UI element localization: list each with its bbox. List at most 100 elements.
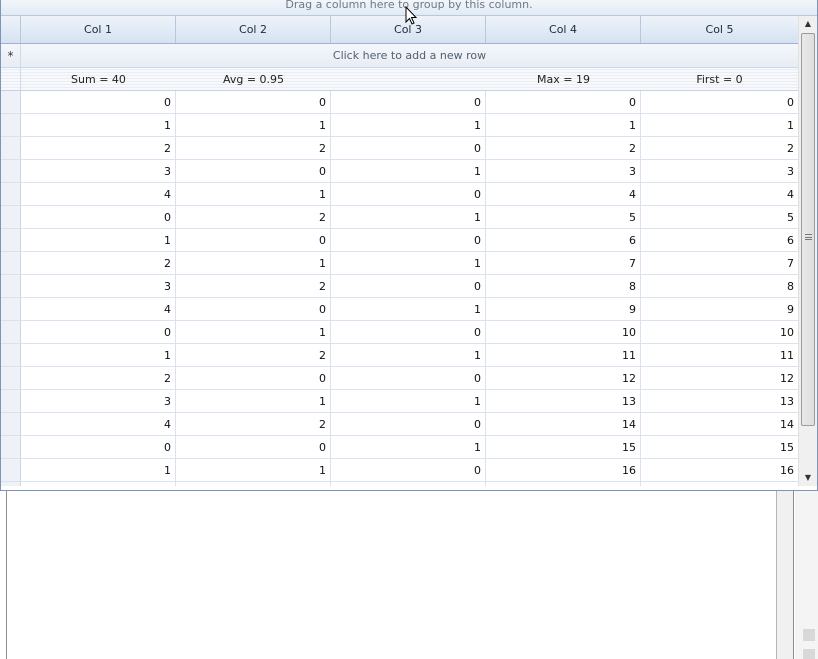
table-cell-col-3[interactable]: 1 <box>331 252 486 274</box>
table-cell-col-4[interactable]: 10 <box>486 321 641 343</box>
table-row[interactable]: 1 1 0 16 16 <box>1 459 798 482</box>
table-cell-col-2[interactable]: 0 <box>176 298 331 320</box>
table-cell-col-4[interactable]: 8 <box>486 275 641 297</box>
table-cell-col-2[interactable]: 0 <box>176 160 331 182</box>
column-header-col-4[interactable]: Col 4 <box>486 16 641 43</box>
table-cell-col-3[interactable]: 1 <box>331 482 486 486</box>
table-cell-col-3[interactable]: 0 <box>331 367 486 389</box>
table-cell-col-4[interactable]: 12 <box>486 367 641 389</box>
table-cell-col-5[interactable]: 4 <box>641 183 798 205</box>
table-cell-col-3[interactable]: 0 <box>331 413 486 435</box>
table-cell-col-2[interactable]: 2 <box>176 275 331 297</box>
table-cell-col-1[interactable]: 0 <box>21 91 176 113</box>
table-cell-col-2[interactable]: 1 <box>176 321 331 343</box>
table-cell-col-1[interactable]: 2 <box>21 137 176 159</box>
table-cell-col-3[interactable]: 0 <box>331 275 486 297</box>
table-row[interactable]: 0 1 0 10 10 <box>1 321 798 344</box>
table-cell-col-1[interactable]: 2 <box>21 252 176 274</box>
row-indicator[interactable] <box>1 413 21 435</box>
table-cell-col-4[interactable]: 2 <box>486 137 641 159</box>
table-row[interactable]: 41044 <box>1 183 798 206</box>
table-cell-col-3[interactable]: 1 <box>331 344 486 366</box>
table-cell-col-4[interactable]: 16 <box>486 459 641 481</box>
table-cell-col-1[interactable]: 0 <box>21 321 176 343</box>
table-cell-col-1[interactable]: 4 <box>21 183 176 205</box>
table-cell-col-2[interactable]: 1 <box>176 459 331 481</box>
chevron-up-icon[interactable]: ▲ <box>799 16 817 32</box>
table-cell-col-4[interactable]: 6 <box>486 229 641 251</box>
table-cell-col-5[interactable]: 6 <box>641 229 798 251</box>
table-cell-col-1[interactable]: 3 <box>21 390 176 412</box>
table-row[interactable]: 00000 <box>1 91 798 114</box>
table-cell-col-2[interactable]: 1 <box>176 390 331 412</box>
table-cell-col-3[interactable]: 0 <box>331 229 486 251</box>
table-cell-col-4[interactable]: 7 <box>486 252 641 274</box>
table-cell-col-4[interactable]: 14 <box>486 413 641 435</box>
window-right-scrollbar[interactable] <box>776 491 794 659</box>
row-indicator[interactable] <box>1 482 21 486</box>
row-indicator[interactable] <box>1 183 21 205</box>
table-row[interactable]: 4 2 0 14 14 <box>1 413 798 436</box>
table-row[interactable]: 2211717 <box>1 482 798 486</box>
table-row[interactable]: 30133 <box>1 160 798 183</box>
table-cell-col-4[interactable]: 11 <box>486 344 641 366</box>
row-indicator[interactable] <box>1 91 21 113</box>
table-cell-col-5[interactable]: 15 <box>641 436 798 458</box>
table-cell-col-5[interactable]: 10 <box>641 321 798 343</box>
table-cell-col-4[interactable]: 13 <box>486 390 641 412</box>
row-indicator[interactable] <box>1 206 21 228</box>
table-cell-col-4[interactable]: 3 <box>486 160 641 182</box>
row-indicator[interactable] <box>1 114 21 136</box>
table-cell-col-1[interactable]: 4 <box>21 298 176 320</box>
table-row[interactable]: 32088 <box>1 275 798 298</box>
table-cell-col-5[interactable]: 9 <box>641 298 798 320</box>
table-cell-col-3[interactable]: 1 <box>331 298 486 320</box>
table-cell-col-3[interactable]: 0 <box>331 137 486 159</box>
row-indicator[interactable] <box>1 390 21 412</box>
table-cell-col-5[interactable]: 11 <box>641 344 798 366</box>
column-header-col-1[interactable]: Col 1 <box>21 16 176 43</box>
table-cell-col-5[interactable]: 14 <box>641 413 798 435</box>
table-cell-col-4[interactable]: 9 <box>486 298 641 320</box>
table-row[interactable]: 10066 <box>1 229 798 252</box>
table-row[interactable]: 22022 <box>1 137 798 160</box>
table-cell-col-5[interactable]: 5 <box>641 206 798 228</box>
table-cell-col-4[interactable]: 15 <box>486 436 641 458</box>
table-cell-col-2[interactable]: 0 <box>176 229 331 251</box>
row-indicator[interactable] <box>1 229 21 251</box>
column-header-col-5[interactable]: Col 5 <box>641 16 798 43</box>
table-row[interactable]: 3 1 1 13 13 <box>1 390 798 413</box>
column-header-col-2[interactable]: Col 2 <box>176 16 331 43</box>
table-cell-col-4[interactable]: 4 <box>486 183 641 205</box>
row-indicator[interactable] <box>1 252 21 274</box>
table-row[interactable]: 11111 <box>1 114 798 137</box>
table-cell-col-3[interactable]: 0 <box>331 321 486 343</box>
table-cell-col-3[interactable]: 1 <box>331 390 486 412</box>
table-cell-col-5[interactable]: 13 <box>641 390 798 412</box>
table-cell-col-3[interactable]: 0 <box>331 91 486 113</box>
table-cell-col-1[interactable]: 0 <box>21 436 176 458</box>
table-cell-col-3[interactable]: 1 <box>331 436 486 458</box>
table-row[interactable]: 2 0 0 12 12 <box>1 367 798 390</box>
add-new-row-label[interactable]: Click here to add a new row <box>21 44 798 67</box>
table-cell-col-2[interactable]: 2 <box>176 482 331 486</box>
table-row[interactable]: 1 2 1 11 11 <box>1 344 798 367</box>
row-indicator[interactable] <box>1 137 21 159</box>
data-grid[interactable]: Drag a column here to group by this colu… <box>0 0 818 491</box>
table-cell-col-4[interactable]: 0 <box>486 91 641 113</box>
table-cell-col-3[interactable]: 0 <box>331 183 486 205</box>
table-cell-col-2[interactable]: 2 <box>176 137 331 159</box>
table-cell-col-2[interactable]: 1 <box>176 114 331 136</box>
table-cell-col-2[interactable]: 1 <box>176 183 331 205</box>
row-indicator[interactable] <box>1 436 21 458</box>
table-cell-col-1[interactable]: 1 <box>21 229 176 251</box>
table-cell-col-5[interactable]: 3 <box>641 160 798 182</box>
table-cell-col-1[interactable]: 1 <box>21 114 176 136</box>
table-cell-col-1[interactable]: 4 <box>21 413 176 435</box>
table-cell-col-2[interactable]: 0 <box>176 91 331 113</box>
scrollbar-thumb[interactable] <box>801 33 815 426</box>
table-row[interactable]: 0 0 1 15 15 <box>1 436 798 459</box>
table-cell-col-2[interactable]: 2 <box>176 206 331 228</box>
table-cell-col-5[interactable]: 16 <box>641 459 798 481</box>
table-cell-col-4[interactable]: 5 <box>486 206 641 228</box>
